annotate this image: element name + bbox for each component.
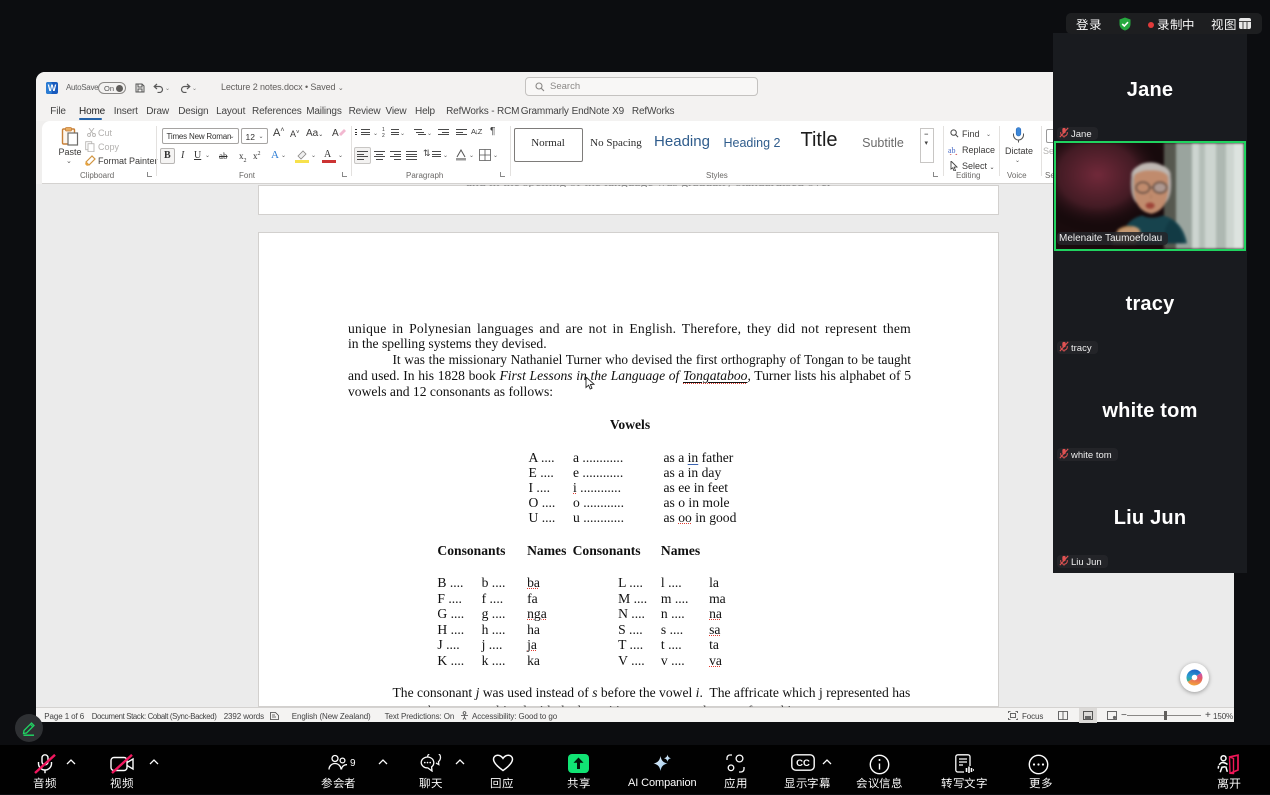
svg-text:CC: CC xyxy=(796,758,810,769)
svg-text:ab: ab xyxy=(948,146,956,155)
svg-text:W: W xyxy=(48,83,57,93)
